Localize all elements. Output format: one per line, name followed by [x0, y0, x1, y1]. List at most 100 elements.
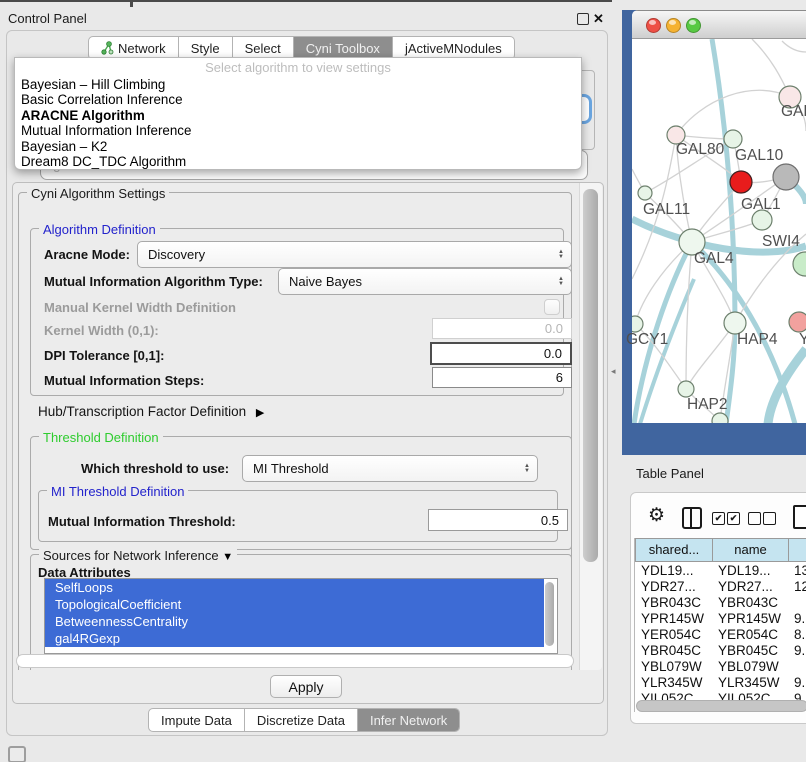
table-cell[interactable]: YDL19... [718, 563, 771, 578]
tab-select[interactable]: Select [232, 37, 293, 59]
menu-item-aracne[interactable]: ARACNE Algorithm [15, 108, 581, 123]
table-cell[interactable]: YER054C [641, 627, 701, 642]
node-label: SWI4 [762, 233, 800, 251]
which-threshold-combobox[interactable]: MI Threshold ▲▼ [242, 455, 538, 482]
tab-impute-data[interactable]: Impute Data [149, 709, 244, 731]
export-table-icon[interactable] [793, 505, 806, 529]
table-cell[interactable]: YLR345W [641, 675, 703, 690]
deselect-all-icon[interactable] [763, 512, 776, 525]
mi-algorithm-type-combobox[interactable]: Naive Bayes ▲▼ [278, 268, 572, 295]
table-cell[interactable]: YBL079W [641, 659, 702, 674]
node-label: Y [799, 331, 806, 349]
node-label: GAL10 [735, 147, 783, 165]
table-cell[interactable]: 13 [794, 563, 806, 578]
network-canvas[interactable] [632, 39, 806, 423]
menu-item-dream8[interactable]: Dream8 DC_TDC Algorithm [15, 154, 581, 169]
table-cell[interactable]: YDR27... [641, 579, 696, 594]
table-cell[interactable]: YDR27... [718, 579, 773, 594]
list-item[interactable]: SelfLoops [45, 579, 544, 596]
kernel-width-label: Kernel Width (0,1): [44, 323, 159, 338]
sources-title-wrap[interactable]: Sources for Network Inference ▼ [39, 548, 237, 563]
mi-threshold-title: MI Threshold Definition [47, 484, 188, 499]
list-item[interactable]: BetweennessCentrality [45, 613, 544, 630]
cyni-algorithm-settings-title: Cyni Algorithm Settings [27, 186, 169, 201]
table-cell[interactable]: 9. [794, 611, 805, 626]
table-cell[interactable]: YBR045C [718, 643, 778, 658]
list-item[interactable]: gal4RGexp [45, 630, 544, 647]
column-header-shared-name[interactable]: shared... [635, 538, 712, 562]
tab-cyni-toolbox[interactable]: Cyni Toolbox [293, 37, 392, 59]
table-cell[interactable]: YBR043C [641, 595, 701, 610]
menu-item-mutual-information[interactable]: Mutual Information Inference [15, 123, 581, 138]
table-cell[interactable]: YPR145W [641, 611, 704, 626]
list-scrollbar-thumb[interactable] [545, 582, 554, 646]
threshold-definition-title: Threshold Definition [39, 430, 163, 445]
mi-threshold-field[interactable] [428, 509, 568, 531]
hub-definition-expander[interactable]: Hub/Transcription Factor Definition ▶ [38, 404, 264, 419]
table-hscroll-thumb[interactable] [636, 700, 806, 712]
minimized-panel-icon[interactable] [8, 746, 26, 762]
node-label: HAP2 [687, 396, 728, 414]
table-cell[interactable]: 9. [794, 675, 805, 690]
mi-algorithm-type-value: Naive Bayes [289, 274, 362, 289]
node-label: GAL4 [694, 250, 734, 268]
tab-discretize-data[interactable]: Discretize Data [244, 709, 357, 731]
algorithm-definition-title: Algorithm Definition [39, 222, 160, 237]
deselect-all-icon[interactable] [748, 512, 761, 525]
table-cell[interactable]: YER054C [718, 627, 778, 642]
select-all-check-icon[interactable]: ✔ [727, 512, 740, 525]
kernel-width-field[interactable] [432, 318, 572, 339]
mi-steps-field[interactable] [432, 367, 572, 388]
mi-steps-label: Mutual Information Steps: [44, 373, 204, 388]
table-cell[interactable]: YPR145W [718, 611, 781, 626]
aracne-mode-label: Aracne Mode: [44, 247, 130, 262]
column-selector-icon[interactable] [682, 507, 702, 529]
which-threshold-value: MI Threshold [253, 461, 329, 476]
sources-title: Sources for Network Inference [43, 548, 219, 563]
table-cell[interactable]: 9. [794, 643, 805, 658]
window-top-edge [0, 0, 612, 2]
float-panel-icon[interactable] [577, 13, 589, 25]
close-panel-icon[interactable]: ✕ [593, 13, 604, 25]
table-cell[interactable]: YBL079W [718, 659, 779, 674]
settings-scrollbar-thumb[interactable] [583, 189, 598, 562]
node-label: GAL7 [781, 103, 806, 121]
apply-button[interactable]: Apply [270, 675, 342, 698]
settings-viewport: Cyni Algorithm Settings Algorithm Defini… [13, 183, 578, 670]
data-attributes-list[interactable]: SelfLoops TopologicalCoefficient Between… [44, 578, 558, 654]
column-header-name[interactable]: name [712, 538, 788, 562]
column-header-partial[interactable]: A [788, 538, 806, 562]
settings-scrollbar-track[interactable] [579, 183, 602, 670]
algorithm-dropdown-popup: Select algorithm to view settings Bayesi… [14, 57, 582, 170]
zoom-traffic-light-icon[interactable] [686, 18, 701, 33]
node-table: shared... name A YDL19... YDL19... 13 YD… [634, 538, 806, 712]
aracne-mode-combobox[interactable]: Discovery ▲▼ [137, 241, 572, 268]
stepper-icon: ▲▼ [558, 277, 564, 287]
menu-item-bayesian-k2[interactable]: Bayesian – K2 [15, 139, 581, 154]
node-label: GAL11 [643, 201, 690, 219]
tab-infer-network[interactable]: Infer Network [357, 709, 459, 731]
menu-item-bayesian-hill-climbing[interactable]: Bayesian – Hill Climbing [15, 77, 581, 92]
minimize-traffic-light-icon[interactable] [666, 18, 681, 33]
panel-divider-arrow-icon[interactable]: ◂ [611, 366, 616, 377]
select-all-check-icon[interactable]: ✔ [712, 512, 725, 525]
manual-kernel-width-checkbox[interactable] [544, 299, 560, 315]
tab-style[interactable]: Style [178, 37, 232, 59]
table-cell[interactable]: YDL19... [641, 563, 694, 578]
table-cell[interactable]: 8. [794, 627, 805, 642]
table-cell[interactable]: YBR045C [641, 643, 701, 658]
mi-threshold-label: Mutual Information Threshold: [48, 514, 236, 529]
tab-jactivemnodules[interactable]: jActiveMNodules [392, 37, 514, 59]
list-item[interactable]: TopologicalCoefficient [45, 596, 544, 613]
menu-item-basic-correlation[interactable]: Basic Correlation Inference [15, 92, 581, 107]
table-cell[interactable]: YBR043C [718, 595, 778, 610]
table-cell[interactable]: 12 [794, 579, 806, 594]
manual-kernel-width-label: Manual Kernel Width Definition [44, 300, 236, 315]
gear-icon[interactable]: ⚙ [648, 506, 665, 526]
dpi-tolerance-field[interactable] [430, 342, 572, 365]
settings-hscroll-track[interactable] [16, 654, 574, 668]
network-window-titlebar[interactable] [632, 10, 806, 39]
close-traffic-light-icon[interactable] [646, 18, 661, 33]
tab-network[interactable]: Network [89, 37, 178, 59]
table-cell[interactable]: YLR345W [718, 675, 780, 690]
